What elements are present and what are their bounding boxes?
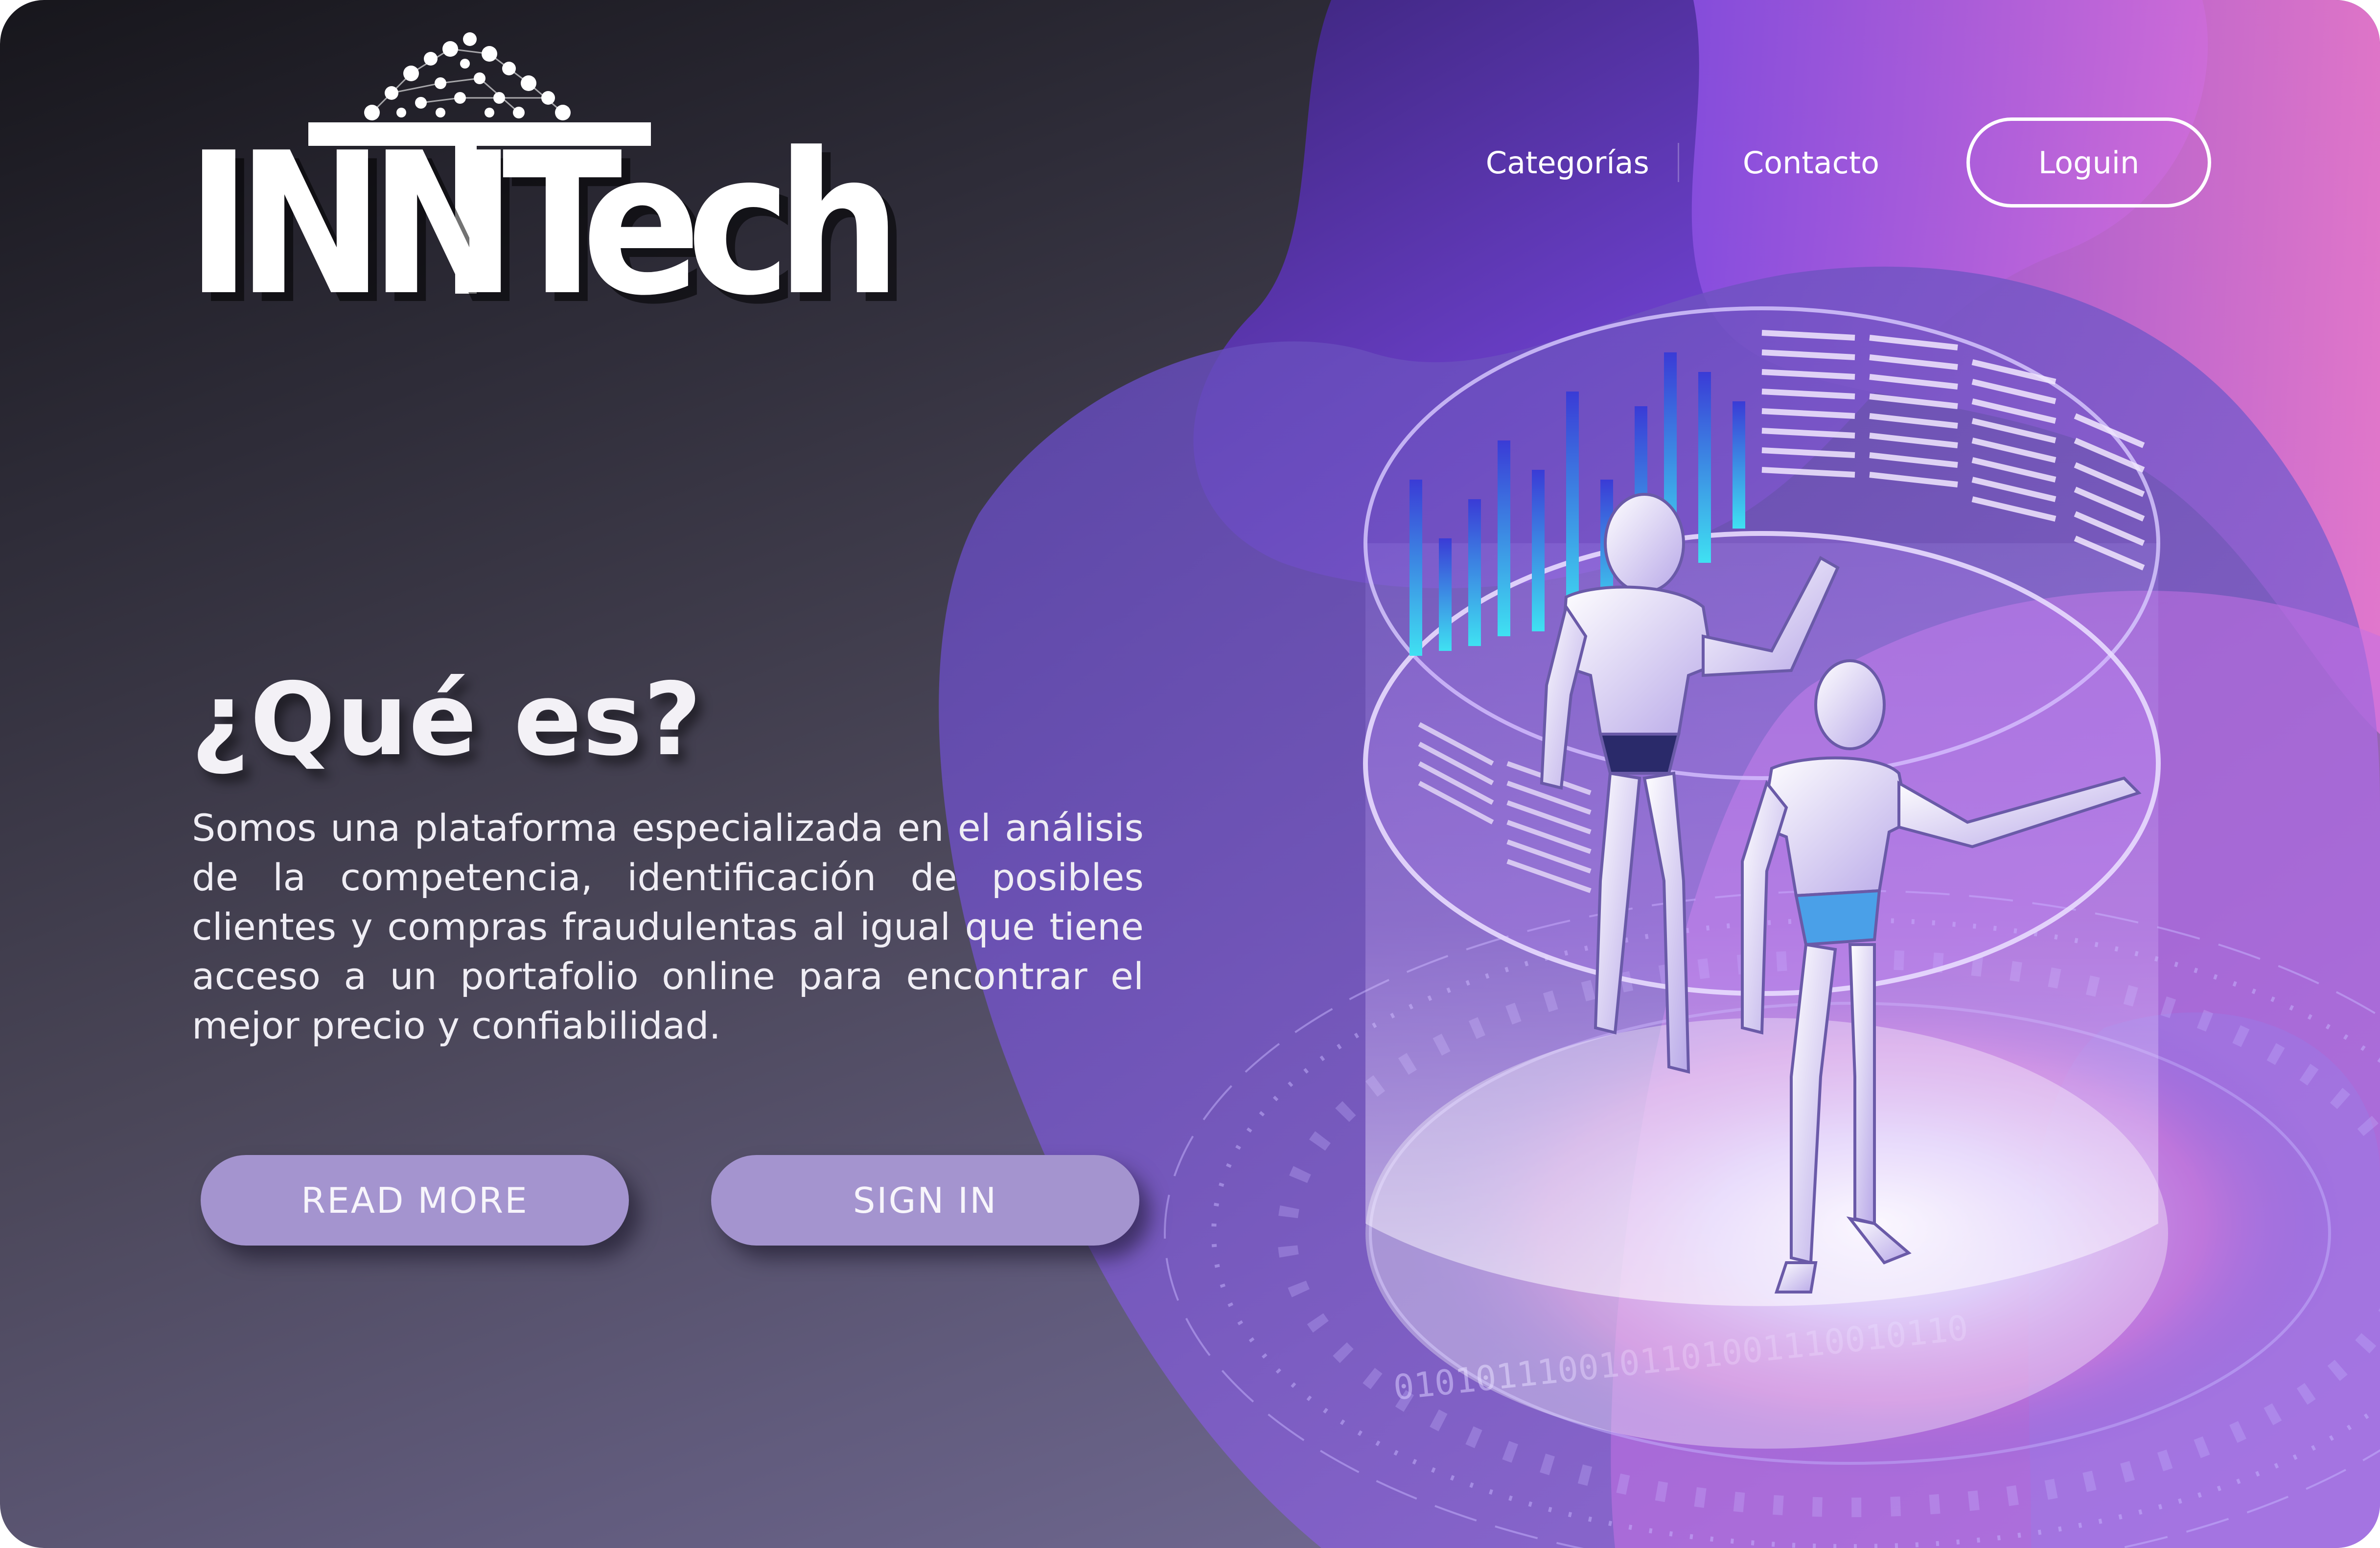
login-button[interactable]: Loguin: [1966, 117, 2211, 208]
hero-heading: ¿Qué es?: [191, 662, 703, 779]
read-more-button[interactable]: READ MORE: [201, 1155, 629, 1246]
nav-divider: [1677, 143, 1679, 182]
landing-page: 0101011100101101001110010110: [0, 0, 2380, 1548]
hero-description: Somos una plataforma especializada en el…: [192, 806, 1144, 1047]
top-nav: Categorías Contacto Loguin: [1486, 117, 2211, 208]
brand-logo[interactable]: INNTech: [186, 127, 901, 323]
nav-contacto[interactable]: Contacto: [1743, 145, 1879, 181]
nav-categorias[interactable]: Categorías: [1486, 145, 1649, 181]
sign-in-button[interactable]: SIGN IN: [711, 1155, 1139, 1246]
